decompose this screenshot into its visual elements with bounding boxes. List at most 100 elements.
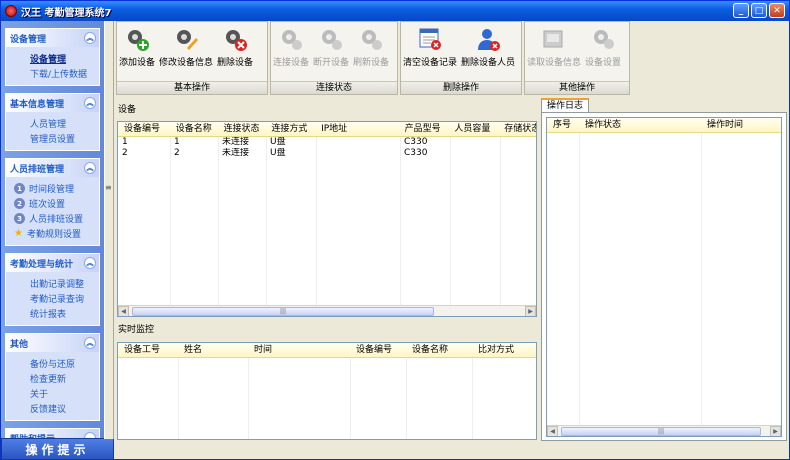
chevron-up-icon[interactable]: ︽ — [84, 162, 96, 174]
delete-device-button[interactable]: 删除设备 — [215, 26, 255, 81]
sidebar-item-schedule[interactable]: 3 人员排班设置 — [12, 211, 97, 226]
tab-operation-log[interactable]: 操作日志 — [541, 98, 589, 113]
chevron-up-icon[interactable]: ︽ — [84, 32, 96, 44]
chevron-up-icon[interactable]: ︽ — [84, 97, 96, 109]
button-label: 添加设备 — [119, 58, 156, 68]
column-header[interactable]: 设备名称 — [170, 122, 218, 136]
table-row[interactable]: 1 1 未连接 U盘 C330 — [118, 137, 536, 148]
table-row[interactable]: 2 2 未连接 U盘 C330 — [118, 148, 536, 159]
column-header[interactable]: 设备名称 — [406, 343, 472, 357]
minimize-button[interactable]: _ — [733, 3, 749, 18]
column-header[interactable]: 比对方式 — [472, 343, 532, 357]
table-cell: 2 — [122, 148, 128, 158]
column-header[interactable]: 设备工号 — [118, 343, 178, 357]
gear-add-icon — [128, 30, 149, 51]
table-cell: 1 — [174, 137, 180, 147]
sidebar-item-label: 考勤规则设置 — [26, 230, 81, 240]
grid-line — [170, 137, 171, 316]
sidebar-group-header[interactable]: 其他 ︽ — [6, 334, 99, 352]
column-header[interactable]: 时间 — [248, 343, 350, 357]
table-cell: 未连接 — [222, 137, 250, 147]
device-settings-button[interactable]: 设备设置 — [583, 26, 623, 81]
table-cell: U盘 — [270, 148, 286, 158]
delete-user-icon — [478, 29, 501, 51]
sidebar-item-adjust[interactable]: 出勤记录调整 — [12, 276, 97, 291]
close-button[interactable]: ✕ — [769, 3, 785, 18]
column-header[interactable]: 姓名 — [178, 343, 248, 357]
sidebar-item-backup[interactable]: 备份与还原 — [12, 356, 97, 371]
edit-device-button[interactable]: 修改设备信息 — [157, 26, 215, 81]
add-device-button[interactable]: 添加设备 — [117, 26, 157, 81]
grid-line — [472, 358, 473, 439]
scroll-right-icon[interactable]: ▶ — [770, 425, 781, 436]
scroll-left-icon[interactable]: ◀ — [118, 305, 129, 316]
horizontal-scrollbar[interactable]: ◀ ||| ▶ — [547, 425, 781, 436]
maximize-button[interactable]: □ — [751, 3, 767, 18]
monitor-table[interactable]: 设备工号 姓名 时间 设备编号 设备名称 比对方式 — [117, 342, 537, 440]
sidebar-item-feedback[interactable]: 反馈建议 — [12, 401, 97, 416]
grid-line — [266, 137, 267, 316]
sidebar-item-download-upload[interactable]: 下载/上传数据 — [12, 66, 97, 81]
column-header[interactable]: 产品型号 — [399, 122, 449, 136]
sidebar-group-header[interactable]: 设备管理 ︽ — [6, 29, 99, 47]
sidebar-group-header[interactable]: 人员排班管理 ︽ — [6, 159, 99, 177]
sidebar-group-other: 其他 ︽ 备份与还原 检查更新 关于 反馈建议 — [5, 333, 100, 421]
column-header[interactable]: 操作时间 — [701, 118, 781, 132]
toolbar-group-label: 基本操作 — [117, 81, 267, 94]
connect-device-button[interactable]: 连接设备 — [271, 26, 311, 81]
number-one-icon: 1 — [14, 183, 25, 194]
refresh-device-button[interactable]: 刷新设备 — [351, 26, 391, 81]
toolbar-group-label: 连接状态 — [271, 81, 397, 94]
main-window: 汉王 考勤管理系统7 _ □ ✕ 设备管理 ︽ 设备管理 下载/上传数据 基本信息… — [0, 0, 790, 460]
sidebar-item-about[interactable]: 关于 — [12, 386, 97, 401]
grid-line — [350, 358, 351, 439]
column-header[interactable]: 设备编号 — [118, 122, 170, 136]
sidebar-item-personnel[interactable]: 人员管理 — [12, 116, 97, 131]
column-header[interactable]: 设备编号 — [350, 343, 406, 357]
sidebar-item-report[interactable]: 统计报表 — [12, 306, 97, 321]
splitter-grip-icon[interactable]: ≡ — [105, 183, 112, 192]
operation-log-table[interactable]: 序号 操作状态 操作时间 ◀ ||| ▶ — [546, 117, 782, 437]
read-device-info-button[interactable]: 读取设备信息 — [525, 26, 583, 81]
operation-tips-button[interactable]: 操作提示 — [1, 438, 114, 460]
sidebar-item-shift-setting[interactable]: 2 班次设置 — [12, 196, 97, 211]
operation-log-panel: 序号 操作状态 操作时间 ◀ ||| ▶ — [541, 112, 787, 441]
sidebar-item-label: 班次设置 — [29, 200, 66, 210]
column-header[interactable]: 连接方式 — [265, 122, 315, 136]
column-header[interactable]: 序号 — [547, 118, 579, 132]
column-header[interactable]: 连接状态 — [218, 122, 266, 136]
sidebar-item-time-period[interactable]: 1 时间段管理 — [12, 181, 97, 196]
table-cell: 2 — [174, 148, 180, 158]
sidebar-item-update[interactable]: 检查更新 — [12, 371, 97, 386]
table-cell: 1 — [122, 137, 128, 147]
scroll-thumb[interactable]: ||| — [132, 307, 434, 316]
scroll-right-icon[interactable]: ▶ — [525, 305, 536, 316]
column-header[interactable]: 存储状态 — [498, 122, 536, 136]
column-header[interactable]: IP地址 — [315, 122, 399, 136]
sidebar-item-admin[interactable]: 管理员设置 — [12, 131, 97, 146]
device-table-header: 设备编号 设备名称 连接状态 连接方式 IP地址 产品型号 人员容量 存储状态 — [118, 122, 536, 137]
column-header[interactable]: 操作状态 — [579, 118, 701, 132]
sidebar: 设备管理 ︽ 设备管理 下载/上传数据 基本信息管理 ︽ 人员管理 管理员设置 人员… — [1, 21, 104, 441]
disconnect-device-button[interactable]: 断开设备 — [311, 26, 351, 81]
device-settings-icon — [594, 30, 615, 49]
sidebar-item-device-manage[interactable]: 设备管理 — [12, 51, 97, 66]
title-bar[interactable]: 汉王 考勤管理系统7 _ □ ✕ — [1, 1, 789, 21]
delete-device-user-button[interactable]: 删除设备人员 — [459, 26, 517, 81]
chevron-up-icon[interactable]: ︽ — [84, 337, 96, 349]
clear-records-button[interactable]: 清空设备记录 — [401, 26, 459, 81]
scroll-thumb[interactable]: ||| — [561, 427, 761, 436]
scroll-left-icon[interactable]: ◀ — [547, 425, 558, 436]
sidebar-group-header[interactable]: 基本信息管理 ︽ — [6, 94, 99, 112]
toolbar-group-other: 读取设备信息 设备设置 其他操作 — [524, 21, 630, 95]
sidebar-splitter[interactable] — [104, 21, 114, 439]
column-header[interactable]: 人员容量 — [448, 122, 498, 136]
log-table-header: 序号 操作状态 操作时间 — [547, 118, 781, 133]
sidebar-item-rules[interactable]: ★ 考勤规则设置 — [12, 226, 97, 241]
sidebar-group-header[interactable]: 考勤处理与统计 ︽ — [6, 254, 99, 272]
chevron-up-icon[interactable]: ︽ — [84, 257, 96, 269]
horizontal-scrollbar[interactable]: ◀ ||| ▶ — [118, 305, 536, 316]
monitor-table-header: 设备工号 姓名 时间 设备编号 设备名称 比对方式 — [118, 343, 536, 358]
device-table[interactable]: 设备编号 设备名称 连接状态 连接方式 IP地址 产品型号 人员容量 存储状态 … — [117, 121, 537, 317]
sidebar-item-query[interactable]: 考勤记录查询 — [12, 291, 97, 306]
